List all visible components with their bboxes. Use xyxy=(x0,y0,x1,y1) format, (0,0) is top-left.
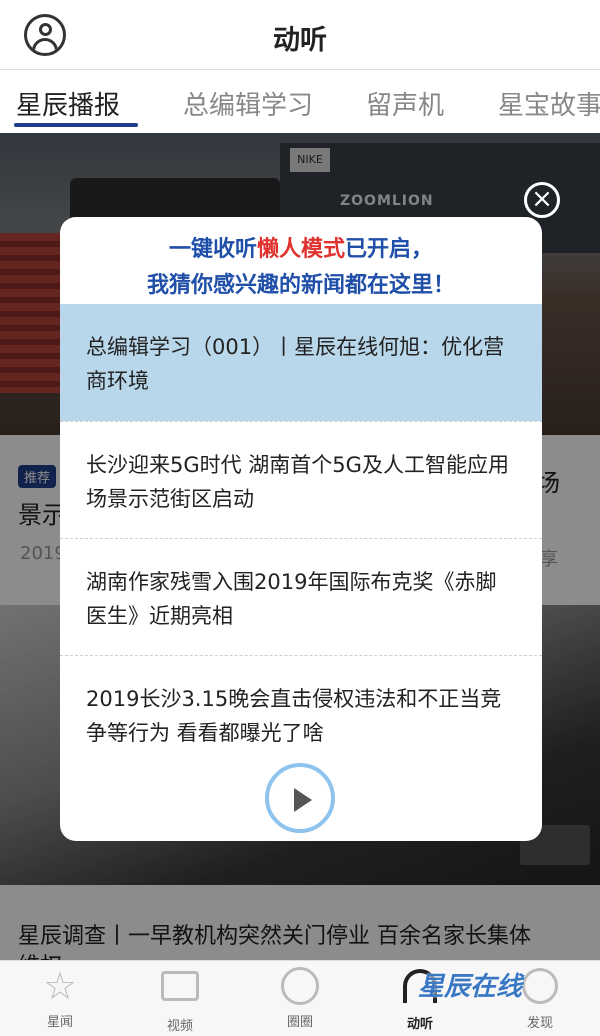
header-prefix: 一键收听 xyxy=(168,237,257,262)
nav-label: 圈圈 xyxy=(286,1015,313,1030)
page-title: 动听 xyxy=(273,25,327,56)
video-icon xyxy=(160,971,200,1009)
play-icon xyxy=(294,788,312,812)
playlist-item[interactable]: 长沙迎来5G时代 湖南首个5G及人工智能应用场景示范街区启动 xyxy=(60,421,542,538)
tab-xingbao-gushi[interactable]: 星宝故事 xyxy=(498,85,600,122)
circle-icon xyxy=(280,967,320,1005)
lazy-mode-dialog: 一键收听懒人模式已开启， 我猜你感兴趣的新闻都在这里！ 总编辑学习（001）丨星… xyxy=(60,217,542,841)
category-tabs: 星辰播报 总编辑学习 留声机 星宝故事 xyxy=(0,71,600,133)
nav-label: 视频 xyxy=(166,1019,193,1034)
nav-item-xingwen[interactable]: ☆ 星闻 xyxy=(10,967,110,1033)
active-tab-indicator xyxy=(14,123,138,127)
nav-label: 星闻 xyxy=(46,1015,73,1030)
header-highlight: 懒人模式 xyxy=(256,237,345,262)
dialog-header-line1: 一键收听懒人模式已开启， xyxy=(60,231,542,263)
nav-item-quanquan[interactable]: 圈圈 xyxy=(250,967,350,1033)
top-header: 动听 xyxy=(0,0,600,70)
tab-xingchen-bobao[interactable]: 星辰播报 xyxy=(16,85,120,122)
playlist-item[interactable]: 湖南作家残雪入围2019年国际布克奖《赤脚医生》近期亮相 xyxy=(60,538,542,655)
playlist-item[interactable]: 总编辑学习（001）丨星辰在线何旭：优化营商环境 xyxy=(60,304,542,421)
tab-zongbianji-xuexi[interactable]: 总编辑学习 xyxy=(183,85,313,122)
tab-liushengji[interactable]: 留声机 xyxy=(366,85,444,122)
watermark-logo: 星辰在线 xyxy=(418,972,523,1002)
dialog-header: 一键收听懒人模式已开启， 我猜你感兴趣的新闻都在这里！ xyxy=(60,217,542,304)
nav-label: 动听 xyxy=(406,1017,433,1032)
star-icon: ☆ xyxy=(42,964,78,1008)
dialog-header-line2: 我猜你感兴趣的新闻都在这里！ xyxy=(146,273,455,298)
close-icon[interactable]: × xyxy=(524,182,560,218)
nav-label: 发现 xyxy=(526,1016,553,1031)
discover-icon xyxy=(520,968,560,1006)
header-suffix: 已开启， xyxy=(345,237,434,262)
nav-item-shipin[interactable]: 视频 xyxy=(130,967,230,1034)
play-button[interactable] xyxy=(265,763,335,833)
playlist-item[interactable]: 2019长沙3.15晚会直击侵权违法和不正当竞争等行为 看看都曝光了啥 xyxy=(60,655,542,772)
